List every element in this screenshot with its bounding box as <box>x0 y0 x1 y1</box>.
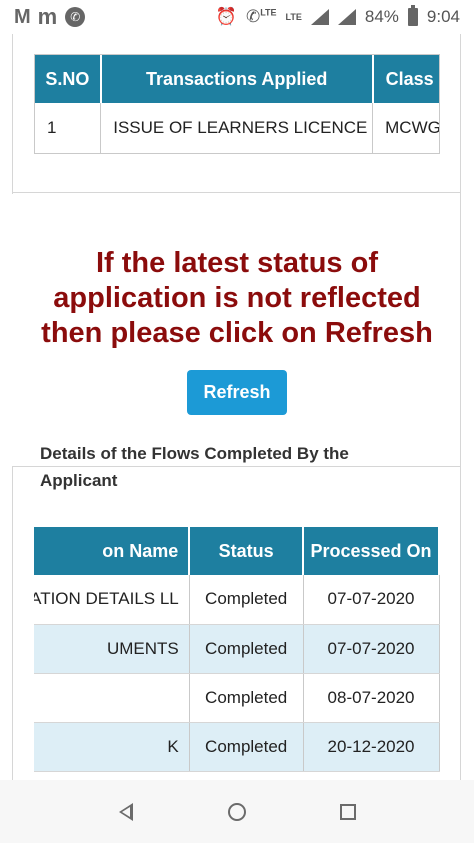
back-triangle-icon <box>118 802 133 821</box>
flows-section-title: Details of the Flows Completed By the Ap… <box>40 444 349 490</box>
cell-transaction: ISSUE OF LEARNERS LICENCE <box>100 103 374 153</box>
flows-table-container[interactable]: on Name Status Processed On ATION DETAIL… <box>34 527 440 780</box>
signal-icon-2 <box>337 9 356 25</box>
refresh-button[interactable]: Refresh <box>187 370 287 415</box>
cell-processed-on: 07-07-2020 <box>303 575 440 625</box>
phone-icon: ✆ <box>65 7 86 27</box>
frame-divider <box>12 192 460 193</box>
table-header-row: S.NO Transactions Applied Class C <box>35 55 439 103</box>
gmail-icon: M <box>14 5 31 28</box>
flows-table: on Name Status Processed On ATION DETAIL… <box>34 527 440 772</box>
table-row: 1 ISSUE OF LEARNERS LICENCE MCWG <box>35 103 439 153</box>
column-header-class: Class C <box>372 55 439 103</box>
system-icons: ⏰ ✆LTE LTE 84% 9:04 <box>215 5 460 27</box>
recents-button[interactable] <box>328 792 368 832</box>
cell-processed-on: 20-12-2020 <box>303 722 440 772</box>
signal-icon <box>310 9 329 25</box>
column-header-flow-name: on Name <box>34 527 191 575</box>
cell-processed-on: 07-07-2020 <box>303 624 440 674</box>
transactions-table-container[interactable]: S.NO Transactions Applied Class C 1 ISSU… <box>34 54 440 154</box>
cell-processed-on: 08-07-2020 <box>303 673 440 723</box>
recents-square-icon <box>340 803 357 820</box>
cell-class: MCWG <box>372 103 439 153</box>
status-bar: M m ✆ ⏰ ✆LTE LTE 84% 9:04 <box>0 0 474 34</box>
table-row: Completed 08-07-2020 <box>34 673 440 723</box>
app-m-icon: m <box>37 4 58 29</box>
refresh-notice: If the latest status of application is n… <box>41 247 433 349</box>
frame-divider <box>460 34 461 780</box>
column-header-status: Status <box>189 527 305 575</box>
cell-status: Completed <box>189 624 304 674</box>
cell-status: Completed <box>189 722 304 772</box>
column-header-sno: S.NO <box>35 55 102 103</box>
back-button[interactable] <box>106 792 146 832</box>
table-row: UMENTS Completed 07-07-2020 <box>34 624 440 674</box>
table-row: ATION DETAILS LL Completed 07-07-2020 <box>34 575 440 625</box>
cell-flow-name: ATION DETAILS LL <box>34 575 190 625</box>
cell-flow-name <box>34 673 190 723</box>
notification-icons: M m ✆ <box>14 4 86 30</box>
cell-flow-name: UMENTS <box>34 624 190 674</box>
column-header-transactions: Transactions Applied <box>100 55 374 103</box>
cell-status: Completed <box>189 673 304 723</box>
table-row: K Completed 20-12-2020 <box>34 722 440 772</box>
lte-label: LTE <box>285 12 302 22</box>
table-header-row: on Name Status Processed On <box>34 527 440 575</box>
alarm-icon: ⏰ <box>215 7 237 26</box>
transactions-table: S.NO Transactions Applied Class C 1 ISSU… <box>35 55 439 153</box>
battery-percent: 84% <box>364 7 399 26</box>
column-header-processed-on: Processed On <box>303 527 440 575</box>
home-circle-icon <box>227 802 246 821</box>
clock: 9:04 <box>426 7 460 26</box>
cell-sno: 1 <box>35 103 102 153</box>
cell-flow-name: K <box>34 722 190 772</box>
cell-status: Completed <box>189 575 304 625</box>
battery-icon <box>407 5 418 26</box>
page-content[interactable]: S.NO Transactions Applied Class C 1 ISSU… <box>0 34 474 780</box>
frame-divider <box>12 34 13 194</box>
volte-icon: ✆LTE <box>245 7 277 26</box>
system-nav-bar <box>0 780 474 843</box>
frame-divider <box>12 466 13 780</box>
home-button[interactable] <box>217 792 257 832</box>
